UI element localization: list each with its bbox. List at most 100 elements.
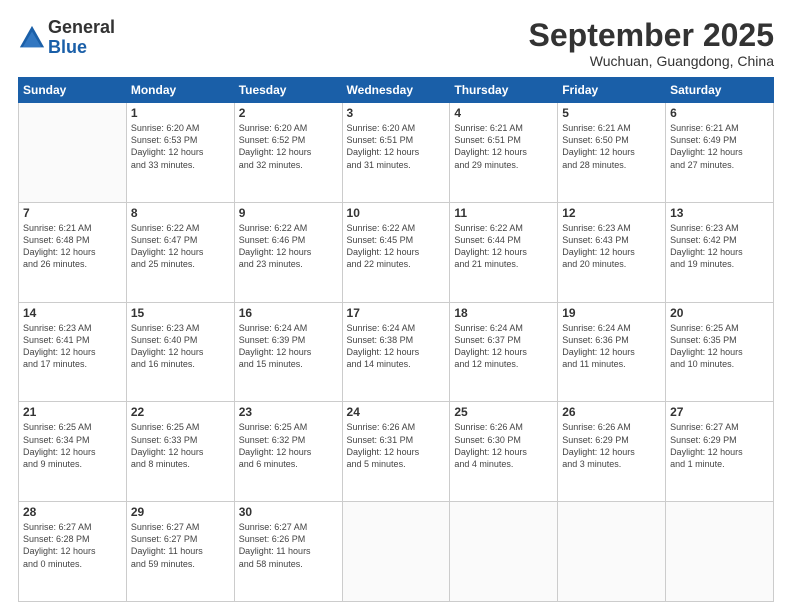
col-friday: Friday — [558, 78, 666, 103]
day-info: Sunrise: 6:27 AM Sunset: 6:28 PM Dayligh… — [23, 521, 122, 570]
calendar-week-row: 1 Sunrise: 6:20 AM Sunset: 6:53 PM Daylig… — [19, 103, 774, 203]
calendar-week-row: 21Sunrise: 6:25 AM Sunset: 6:34 PM Dayli… — [19, 402, 774, 502]
table-row: 28 Sunrise: 6:27 AM Sunset: 6:28 PM Dayli… — [19, 502, 127, 602]
day-number: 6 — [670, 106, 769, 120]
day-info: Sunrise: 6:22 AM Sunset: 6:46 PM Dayligh… — [239, 222, 338, 271]
day-number: 4 — [454, 106, 553, 120]
day-number: 7 — [23, 206, 122, 220]
calendar-week-row: 14 Sunrise: 6:23 AM Sunset: 6:41 PM Dayli… — [19, 302, 774, 402]
day-number: 28 — [23, 505, 122, 519]
day-info: Sunrise: 6:25 AM Sunset: 6:32 PM Dayligh… — [239, 421, 338, 470]
table-row: 9 Sunrise: 6:22 AM Sunset: 6:46 PM Daylig… — [234, 202, 342, 302]
day-number: 3 — [347, 106, 446, 120]
table-row: 1 Sunrise: 6:20 AM Sunset: 6:53 PM Daylig… — [126, 103, 234, 203]
month-title: September 2025 — [529, 18, 774, 53]
day-info: Sunrise: 6:27 AM Sunset: 6:27 PM Dayligh… — [131, 521, 230, 570]
day-info: Sunrise: 6:23 AM Sunset: 6:43 PM Dayligh… — [562, 222, 661, 271]
day-info: Sunrise: 6:25 AM Sunset: 6:35 PM Dayligh… — [670, 322, 769, 371]
day-number: 15 — [131, 306, 230, 320]
table-row: 15 Sunrise: 6:23 AM Sunset: 6:40 PM Dayli… — [126, 302, 234, 402]
day-number: 5 — [562, 106, 661, 120]
table-row: 3 Sunrise: 6:20 AM Sunset: 6:51 PM Daylig… — [342, 103, 450, 203]
day-info: Sunrise: 6:26 AM Sunset: 6:30 PM Dayligh… — [454, 421, 553, 470]
calendar-table: Sunday Monday Tuesday Wednesday Thursday… — [18, 77, 774, 602]
col-tuesday: Tuesday — [234, 78, 342, 103]
table-row: 2 Sunrise: 6:20 AM Sunset: 6:52 PM Daylig… — [234, 103, 342, 203]
table-row: 10 Sunrise: 6:22 AM Sunset: 6:45 PM Dayli… — [342, 202, 450, 302]
table-row: 11Sunrise: 6:22 AM Sunset: 6:44 PM Dayli… — [450, 202, 558, 302]
day-number: 30 — [239, 505, 338, 519]
calendar-week-row: 7 Sunrise: 6:21 AM Sunset: 6:48 PM Daylig… — [19, 202, 774, 302]
day-number: 13 — [670, 206, 769, 220]
day-info: Sunrise: 6:22 AM Sunset: 6:45 PM Dayligh… — [347, 222, 446, 271]
day-info: Sunrise: 6:21 AM Sunset: 6:48 PM Dayligh… — [23, 222, 122, 271]
location: Wuchuan, Guangdong, China — [529, 53, 774, 69]
logo-blue-text: Blue — [48, 38, 115, 58]
header: General Blue September 2025 Wuchuan, Gua… — [18, 18, 774, 69]
col-monday: Monday — [126, 78, 234, 103]
table-row — [19, 103, 127, 203]
day-info: Sunrise: 6:21 AM Sunset: 6:49 PM Dayligh… — [670, 122, 769, 171]
table-row: 17Sunrise: 6:24 AM Sunset: 6:38 PM Dayli… — [342, 302, 450, 402]
day-info: Sunrise: 6:26 AM Sunset: 6:31 PM Dayligh… — [347, 421, 446, 470]
day-info: Sunrise: 6:20 AM Sunset: 6:51 PM Dayligh… — [347, 122, 446, 171]
day-number: 16 — [239, 306, 338, 320]
day-number: 27 — [670, 405, 769, 419]
day-number: 8 — [131, 206, 230, 220]
table-row: 29 Sunrise: 6:27 AM Sunset: 6:27 PM Dayli… — [126, 502, 234, 602]
table-row — [342, 502, 450, 602]
table-row: 16 Sunrise: 6:24 AM Sunset: 6:39 PM Dayli… — [234, 302, 342, 402]
calendar-header-row: Sunday Monday Tuesday Wednesday Thursday… — [19, 78, 774, 103]
day-number: 1 — [131, 106, 230, 120]
day-info: Sunrise: 6:23 AM Sunset: 6:41 PM Dayligh… — [23, 322, 122, 371]
day-info: Sunrise: 6:27 AM Sunset: 6:26 PM Dayligh… — [239, 521, 338, 570]
table-row: 4Sunrise: 6:21 AM Sunset: 6:51 PM Daylig… — [450, 103, 558, 203]
table-row: 12 Sunrise: 6:23 AM Sunset: 6:43 PM Dayli… — [558, 202, 666, 302]
logo-general-text: General — [48, 18, 115, 38]
col-sunday: Sunday — [19, 78, 127, 103]
logo-icon — [18, 24, 46, 52]
day-number: 20 — [670, 306, 769, 320]
title-block: September 2025 Wuchuan, Guangdong, China — [529, 18, 774, 69]
day-info: Sunrise: 6:22 AM Sunset: 6:44 PM Dayligh… — [454, 222, 553, 271]
table-row: 30 Sunrise: 6:27 AM Sunset: 6:26 PM Dayli… — [234, 502, 342, 602]
day-info: Sunrise: 6:22 AM Sunset: 6:47 PM Dayligh… — [131, 222, 230, 271]
table-row: 18 Sunrise: 6:24 AM Sunset: 6:37 PM Dayli… — [450, 302, 558, 402]
table-row: 26 Sunrise: 6:26 AM Sunset: 6:29 PM Dayli… — [558, 402, 666, 502]
table-row: 6 Sunrise: 6:21 AM Sunset: 6:49 PM Daylig… — [666, 103, 774, 203]
day-info: Sunrise: 6:23 AM Sunset: 6:42 PM Dayligh… — [670, 222, 769, 271]
logo: General Blue — [18, 18, 115, 58]
day-number: 25 — [454, 405, 553, 419]
day-number: 12 — [562, 206, 661, 220]
day-number: 2 — [239, 106, 338, 120]
day-info: Sunrise: 6:20 AM Sunset: 6:52 PM Dayligh… — [239, 122, 338, 171]
day-info: Sunrise: 6:24 AM Sunset: 6:37 PM Dayligh… — [454, 322, 553, 371]
day-info: Sunrise: 6:24 AM Sunset: 6:38 PM Dayligh… — [347, 322, 446, 371]
table-row: 27 Sunrise: 6:27 AM Sunset: 6:29 PM Dayli… — [666, 402, 774, 502]
day-number: 10 — [347, 206, 446, 220]
col-wednesday: Wednesday — [342, 78, 450, 103]
logo-text: General Blue — [48, 18, 115, 58]
table-row — [450, 502, 558, 602]
day-info: Sunrise: 6:26 AM Sunset: 6:29 PM Dayligh… — [562, 421, 661, 470]
day-info: Sunrise: 6:21 AM Sunset: 6:50 PM Dayligh… — [562, 122, 661, 171]
calendar-week-row: 28 Sunrise: 6:27 AM Sunset: 6:28 PM Dayli… — [19, 502, 774, 602]
day-number: 26 — [562, 405, 661, 419]
page: General Blue September 2025 Wuchuan, Gua… — [0, 0, 792, 612]
table-row: 13 Sunrise: 6:23 AM Sunset: 6:42 PM Dayli… — [666, 202, 774, 302]
day-info: Sunrise: 6:25 AM Sunset: 6:33 PM Dayligh… — [131, 421, 230, 470]
day-number: 18 — [454, 306, 553, 320]
day-info: Sunrise: 6:23 AM Sunset: 6:40 PM Dayligh… — [131, 322, 230, 371]
day-number: 9 — [239, 206, 338, 220]
day-number: 24 — [347, 405, 446, 419]
day-info: Sunrise: 6:20 AM Sunset: 6:53 PM Dayligh… — [131, 122, 230, 171]
table-row: 20 Sunrise: 6:25 AM Sunset: 6:35 PM Dayli… — [666, 302, 774, 402]
day-number: 23 — [239, 405, 338, 419]
day-info: Sunrise: 6:27 AM Sunset: 6:29 PM Dayligh… — [670, 421, 769, 470]
table-row: 22Sunrise: 6:25 AM Sunset: 6:33 PM Dayli… — [126, 402, 234, 502]
day-number: 14 — [23, 306, 122, 320]
day-info: Sunrise: 6:24 AM Sunset: 6:39 PM Dayligh… — [239, 322, 338, 371]
table-row: 8 Sunrise: 6:22 AM Sunset: 6:47 PM Daylig… — [126, 202, 234, 302]
day-number: 29 — [131, 505, 230, 519]
table-row: 24 Sunrise: 6:26 AM Sunset: 6:31 PM Dayli… — [342, 402, 450, 502]
